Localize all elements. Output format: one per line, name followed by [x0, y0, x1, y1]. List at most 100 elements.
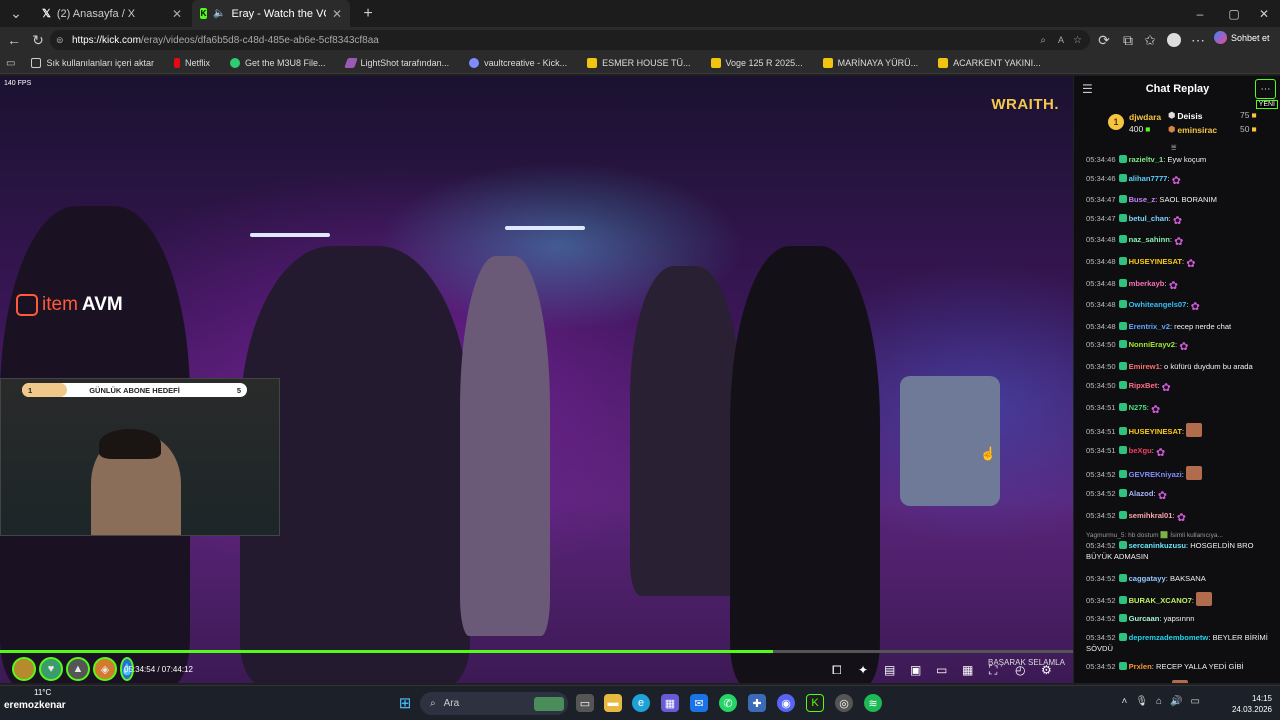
copilot-button[interactable]: Sohbet et — [1214, 31, 1270, 44]
network-icon[interactable]: ⌂ — [1156, 696, 1162, 707]
new-tab-button[interactable]: + — [356, 2, 380, 26]
leaderboard-entry[interactable]: ⬢ Deisis — [1168, 110, 1202, 121]
chevron-up-icon[interactable]: ˄ — [1122, 696, 1128, 707]
badge-icon[interactable] — [12, 657, 36, 681]
message-user[interactable]: betul_chan — [1129, 214, 1169, 223]
message-user[interactable]: Owhiteangels07 — [1129, 300, 1187, 309]
bookmark-netflix[interactable]: Netflix — [164, 58, 220, 68]
chat-message[interactable]: 05:34:48 mberkayb: ✿ — [1086, 278, 1276, 292]
message-user[interactable]: Emirew1 — [1129, 362, 1160, 371]
site-info-icon[interactable]: ⊜ — [56, 35, 64, 46]
pinned-filter-icon[interactable]: ⩸ — [1171, 142, 1176, 153]
message-user[interactable]: Gurcaan — [1129, 614, 1160, 623]
message-user[interactable]: naz_sahinn — [1129, 235, 1170, 244]
message-user[interactable]: RipxBet — [1129, 381, 1158, 390]
bookmark-acarkent[interactable]: ACARKENT YAKINI... — [928, 58, 1051, 68]
bookmark-lightshot[interactable]: LightShot tarafından... — [336, 58, 460, 68]
chat-message[interactable]: 05:34:52 depremzadembometw: BEYLER BİRİMİ… — [1086, 632, 1276, 654]
chat-message[interactable]: 05:34:52 caggatayy: BAKSANA — [1086, 573, 1276, 584]
refresh-button[interactable]: ↻ — [26, 28, 50, 52]
read-aloud-icon[interactable]: A — [1058, 35, 1064, 45]
message-user[interactable]: Buse_z — [1129, 195, 1156, 204]
tab-x[interactable]: 𝕏 (2) Anasayfa / X ✕ — [34, 0, 190, 27]
heart-badge-icon[interactable]: ♥ — [39, 657, 63, 681]
chat-message[interactable]: 05:34:50 RipxBet: ✿ — [1086, 380, 1276, 394]
pip-icon[interactable]: ▣ — [910, 663, 921, 677]
close-icon[interactable]: ✕ — [332, 7, 342, 21]
message-user[interactable]: caggatayy — [1129, 574, 1166, 583]
chat-message[interactable]: 05:34:50 NonniErayv2: ✿ — [1086, 339, 1276, 353]
chat-message[interactable]: 05:34:52 Alazod: ✿ — [1086, 488, 1276, 502]
volume-icon[interactable]: 🔊 — [1170, 696, 1182, 707]
chat-message[interactable]: 05:34:51 N275: ✿ — [1086, 402, 1276, 416]
chat-message[interactable]: 05:34:52 GEVREKniyazi: — [1086, 466, 1276, 481]
gift-badge-icon[interactable]: ◈ — [93, 657, 117, 681]
message-user[interactable]: HUSEYINESAT — [1129, 257, 1182, 266]
theater-icon[interactable]: ▭ — [936, 663, 947, 677]
microphone-icon[interactable]: 🎙 — [1135, 696, 1148, 707]
store-icon[interactable]: ▦ — [661, 694, 679, 712]
fox-badge-icon[interactable]: ▲ — [66, 657, 90, 681]
zoom-icon[interactable]: ⌕ — [1040, 35, 1046, 46]
message-user[interactable]: sercaninkuzusu — [1129, 541, 1186, 550]
chat-message[interactable]: 05:34:48 HUSEYINESAT: ✿ — [1086, 256, 1276, 270]
chat-message[interactable]: 05:34:51 HUSEYINESAT: — [1086, 423, 1276, 438]
tab-kick[interactable]: K 🔈 Eray - Watch the VOD on Kick ✕ — [192, 0, 350, 27]
tab-list-button[interactable]: ⌄ — [4, 2, 28, 26]
chat-message[interactable]: 05:34:52 Prxlen: RECEP YALLA YEDİ GİBİ — [1086, 661, 1276, 672]
message-user[interactable]: NonniErayv2 — [1129, 340, 1175, 349]
taskbar-search[interactable]: ⌕ Ara — [420, 692, 568, 715]
favorite-star-icon[interactable]: ☆ — [1073, 35, 1082, 46]
clip-icon[interactable]: ⧠ — [832, 663, 842, 678]
chat-message[interactable]: 05:34:51 beXgu: ✿ — [1086, 445, 1276, 459]
kick-app-icon[interactable]: K — [806, 694, 824, 712]
bookmark-voge[interactable]: Voge 125 R 2025... — [701, 58, 813, 68]
video-player[interactable]: 140 FPS WRAITH. item AVM 1 GÜNLÜK ABONE H… — [0, 76, 1073, 683]
chrome-icon[interactable]: ◎ — [835, 694, 853, 712]
bookmark-m3u8[interactable]: Get the M3U8 File... — [220, 58, 336, 68]
bookmark-vaultcreative[interactable]: vaultcreative - Kick... — [459, 58, 577, 68]
chat-message[interactable]: 05:34:46 alihan7777: ✿ — [1086, 173, 1276, 187]
battery-icon[interactable]: ▭ — [1191, 696, 1200, 707]
favorites-icon[interactable]: ✩ — [1138, 28, 1162, 52]
discord-icon[interactable]: ◉ — [777, 694, 795, 712]
close-icon[interactable]: ✕ — [172, 7, 182, 21]
chat-message[interactable]: 05:34:46 razieltv_1: Eyw koçum — [1086, 154, 1276, 165]
edge-icon[interactable]: e — [632, 694, 650, 712]
message-user[interactable]: Erentrix_v2 — [1129, 322, 1170, 331]
bookmark-marina[interactable]: MARİNAYA YÜRÜ... — [813, 58, 929, 68]
chat-message[interactable]: 05:34:52 BURAK_XCANO7: — [1086, 591, 1276, 606]
reply-preview[interactable]: Yagmurmu_5: hb dostum 🟩 İsimli kullanıcı… — [1086, 531, 1276, 539]
message-user[interactable]: mberkayb — [1129, 279, 1165, 288]
speaker-icon[interactable]: 🔈 — [213, 8, 225, 19]
spotify-icon[interactable]: ≋ — [864, 694, 882, 712]
reading-list-icon[interactable]: ▭ — [6, 58, 15, 69]
weather-widget[interactable]: 11°C eremozkenar — [4, 688, 66, 711]
chat-message[interactable]: 05:34:52 semihkral01: ✿ — [1086, 510, 1276, 524]
taskbar-clock[interactable]: 14:15 24.03.2026 — [1232, 693, 1272, 715]
message-user[interactable]: depremzadembometw — [1129, 633, 1209, 642]
message-user[interactable]: Prxlen — [1129, 662, 1152, 671]
split-screen-icon[interactable]: ⧉ — [1116, 28, 1140, 52]
whatsapp-icon[interactable]: ✆ — [719, 694, 737, 712]
chat-message[interactable]: 05:34:48 Owhiteangels07: ✿ — [1086, 299, 1276, 313]
chat-more-button[interactable]: ⋯ — [1255, 79, 1276, 99]
chat-message[interactable]: 05:34:48 naz_sahinn: ✿ — [1086, 234, 1276, 248]
message-user[interactable]: alihan7777 — [1129, 174, 1168, 183]
extensions-icon[interactable]: ⟳ — [1092, 28, 1116, 52]
message-user[interactable]: GEVREKniyazi — [1129, 470, 1182, 479]
task-view-icon[interactable]: ▭ — [576, 694, 594, 712]
bookmark-esmer[interactable]: ESMER HOUSE TÜ... — [577, 58, 700, 68]
message-user[interactable]: N275 — [1129, 403, 1147, 412]
minimize-button[interactable]: – — [1182, 0, 1218, 27]
mail-icon[interactable]: ✉ — [690, 694, 708, 712]
video-progress-bar[interactable] — [0, 650, 1073, 653]
chat-message[interactable]: 05:34:48 Erentrix_v2: recep nerde chat — [1086, 321, 1276, 332]
chat-message[interactable]: 05:34:53willowaves: — [1086, 680, 1276, 683]
message-user[interactable]: beXgu — [1129, 446, 1152, 455]
start-button[interactable]: ⊞ — [396, 694, 414, 712]
sparkle-icon[interactable]: ✦ — [858, 663, 868, 677]
back-button[interactable]: ← — [2, 28, 26, 52]
captions-icon[interactable]: ▦ — [962, 663, 973, 677]
leaderboard-entry[interactable]: djwdara — [1129, 112, 1161, 122]
